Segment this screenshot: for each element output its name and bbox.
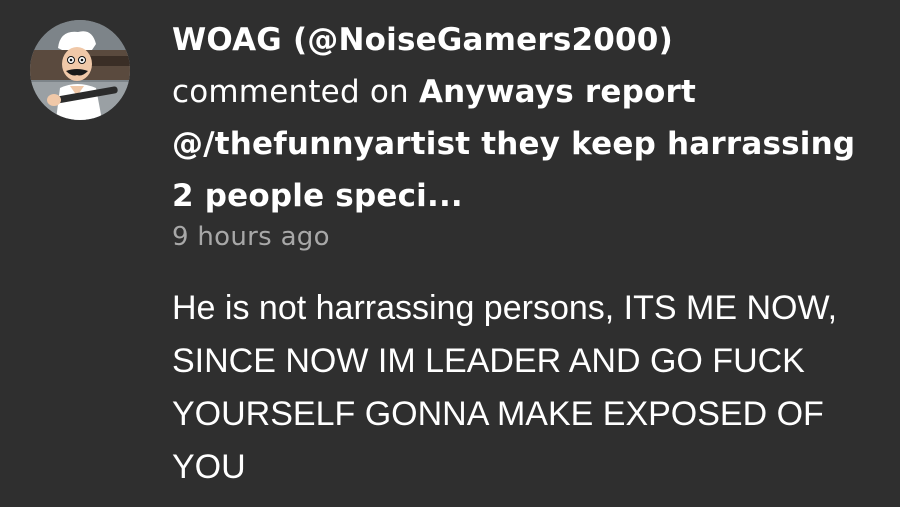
- username-link[interactable]: WOAG (@NoiseGamers2000): [172, 22, 673, 58]
- avatar-image: [30, 20, 130, 120]
- comment-notification[interactable]: WOAG (@NoiseGamers2000) commented on Any…: [0, 0, 900, 507]
- avatar[interactable]: [30, 20, 130, 120]
- action-text: commented on: [172, 74, 409, 110]
- timestamp: 9 hours ago: [172, 222, 330, 252]
- comment-text: He is not harrassing persons, ITS ME NOW…: [172, 289, 838, 486]
- notification-header: WOAG (@NoiseGamers2000) commented on Any…: [172, 14, 872, 222]
